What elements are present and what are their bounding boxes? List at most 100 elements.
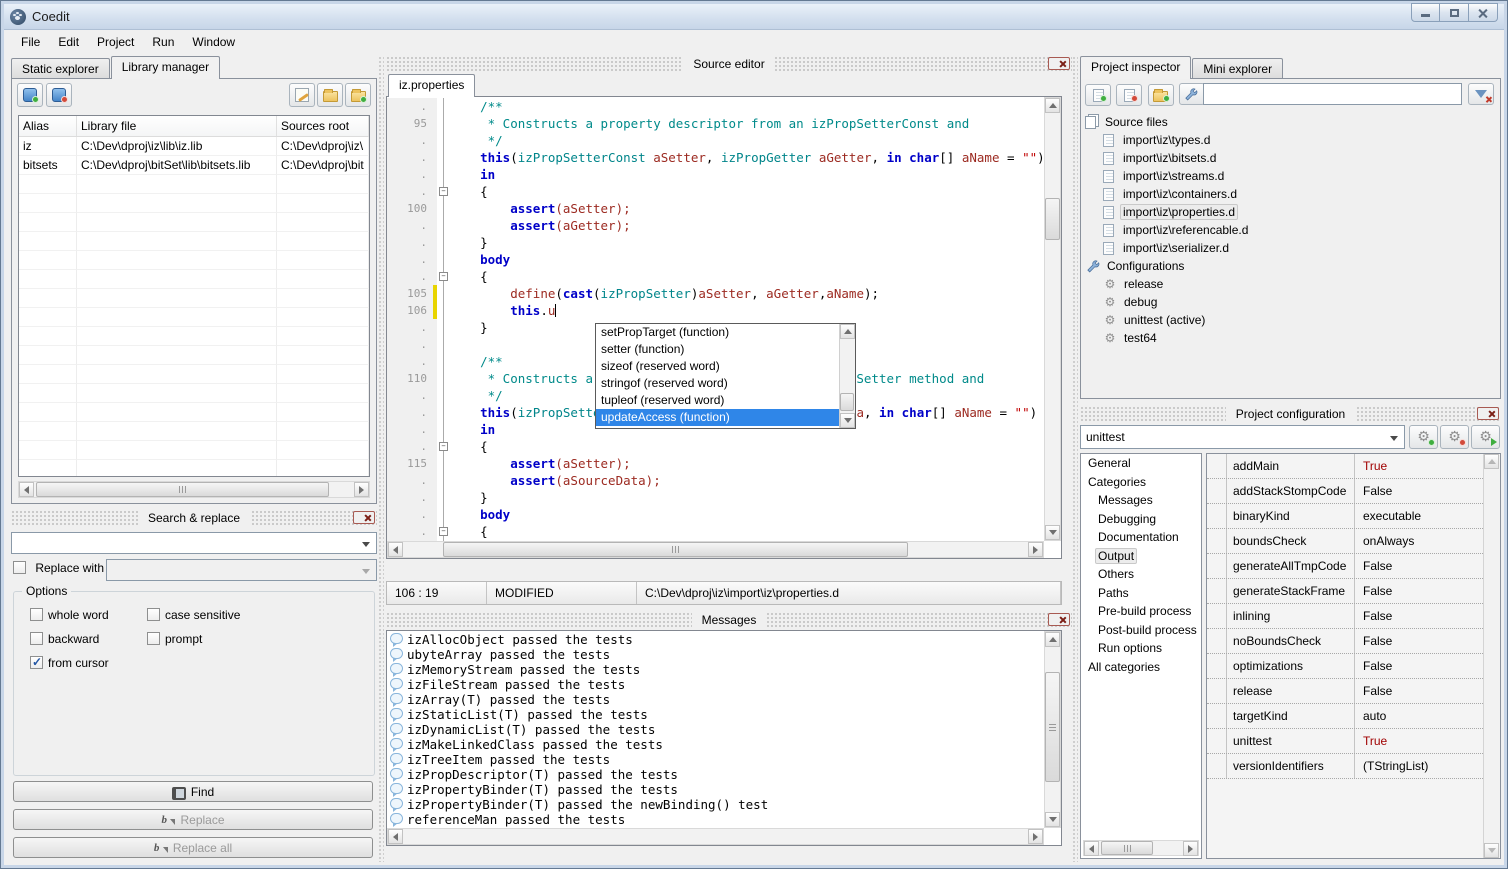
property-row[interactable]: targetKindauto bbox=[1207, 704, 1483, 729]
search-input[interactable] bbox=[11, 532, 377, 554]
property-row[interactable]: versionIdentifiers(TStringList) bbox=[1207, 754, 1483, 779]
grid-vscrollbar[interactable] bbox=[1483, 454, 1500, 858]
property-row[interactable]: releaseFalse bbox=[1207, 679, 1483, 704]
message-item[interactable]: referenceMan passed the tests bbox=[387, 812, 1044, 827]
code-line[interactable]: . this(izPropSetterConst aSetter, izProp… bbox=[387, 149, 1044, 166]
messages-vscrollbar[interactable] bbox=[1044, 631, 1061, 828]
code-line[interactable]: . } bbox=[387, 489, 1044, 506]
add-library-folder-button[interactable] bbox=[345, 83, 371, 107]
message-item[interactable]: izArray(T) passed the tests bbox=[387, 692, 1044, 707]
add-configuration-button[interactable]: ⚙ bbox=[1409, 425, 1438, 449]
property-value[interactable]: (TStringList) bbox=[1355, 759, 1483, 773]
add-library-button[interactable] bbox=[17, 83, 43, 107]
column-header-library-file[interactable]: Library file bbox=[77, 116, 277, 136]
source-editor-close-button[interactable] bbox=[1048, 57, 1070, 70]
fold-collapse-icon[interactable]: − bbox=[439, 527, 448, 536]
property-value[interactable]: onAlways bbox=[1355, 534, 1483, 548]
tree-item-source-file[interactable]: import\iz\serializer.d bbox=[1085, 239, 1496, 257]
category-debugging[interactable]: Debugging bbox=[1081, 510, 1201, 529]
clear-filter-button[interactable] bbox=[1468, 83, 1494, 105]
code-editor[interactable]: . /**95 * Constructs a property descript… bbox=[386, 96, 1062, 559]
search-replace-dock-header[interactable]: Search & replace bbox=[11, 510, 377, 526]
code-line[interactable]: . */ bbox=[387, 132, 1044, 149]
add-source-button[interactable] bbox=[1085, 84, 1111, 106]
fold-collapse-icon[interactable]: − bbox=[439, 272, 448, 281]
property-row[interactable]: unittestTrue bbox=[1207, 729, 1483, 754]
message-item[interactable]: izTreeItem passed the tests bbox=[387, 752, 1044, 767]
message-item[interactable]: izMemoryStream passed the tests bbox=[387, 662, 1044, 677]
property-value[interactable]: True bbox=[1355, 734, 1483, 748]
messages-hscrollbar[interactable] bbox=[387, 828, 1044, 845]
property-row[interactable]: generateAllTmpCodeFalse bbox=[1207, 554, 1483, 579]
tree-root-configurations[interactable]: Configurations bbox=[1085, 257, 1496, 275]
replace-button[interactable]: bReplace bbox=[13, 809, 373, 830]
tab-library-manager[interactable]: Library manager bbox=[111, 56, 220, 79]
property-row[interactable]: addMainTrue bbox=[1207, 454, 1483, 479]
tree-item-source-file[interactable]: import\iz\types.d bbox=[1085, 131, 1496, 149]
maximize-button[interactable] bbox=[1440, 3, 1469, 22]
tree-item-configuration[interactable]: ⚙debug bbox=[1085, 293, 1496, 311]
close-button[interactable] bbox=[1469, 3, 1498, 22]
tab-project-inspector[interactable]: Project inspector bbox=[1080, 56, 1191, 79]
completion-item[interactable]: stringof (reserved word) bbox=[596, 375, 839, 392]
property-row[interactable]: generateStackFrameFalse bbox=[1207, 579, 1483, 604]
category-run-options[interactable]: Run options bbox=[1081, 639, 1201, 658]
remove-library-button[interactable] bbox=[46, 83, 72, 107]
message-item[interactable]: izDynamicList(T) passed the tests bbox=[387, 722, 1044, 737]
open-library-file-button[interactable] bbox=[317, 83, 343, 107]
message-item[interactable]: izPropertyBinder(T) passed the tests bbox=[387, 782, 1044, 797]
source-editor-dock-header[interactable]: Source editor bbox=[386, 56, 1072, 72]
code-line[interactable]: . assert(aGetter); bbox=[387, 217, 1044, 234]
column-header-sources-root[interactable]: Sources root bbox=[277, 116, 369, 136]
code-line[interactable]: .− { bbox=[387, 523, 1044, 540]
property-value[interactable]: False bbox=[1355, 684, 1483, 698]
code-line[interactable]: .− { bbox=[387, 268, 1044, 285]
category-general[interactable]: General bbox=[1081, 454, 1201, 473]
category-pre-build-process[interactable]: Pre-build process bbox=[1081, 602, 1201, 621]
code-line[interactable]: . body bbox=[387, 251, 1044, 268]
property-value[interactable]: False bbox=[1355, 609, 1483, 623]
message-item[interactable]: izStaticList(T) passed the tests bbox=[387, 707, 1044, 722]
library-list-hscrollbar[interactable] bbox=[18, 481, 370, 498]
category-paths[interactable]: Paths bbox=[1081, 584, 1201, 603]
replace-all-button[interactable]: bReplace all bbox=[13, 837, 373, 858]
project-settings-button[interactable] bbox=[1179, 83, 1205, 105]
menu-window[interactable]: Window bbox=[183, 32, 244, 52]
minimize-button[interactable] bbox=[1411, 3, 1440, 22]
checkbox-from-cursor[interactable] bbox=[30, 656, 43, 669]
property-row[interactable]: binaryKindexecutable bbox=[1207, 504, 1483, 529]
menu-edit[interactable]: Edit bbox=[49, 32, 88, 52]
menu-project[interactable]: Project bbox=[88, 32, 143, 52]
property-value[interactable]: False bbox=[1355, 584, 1483, 598]
category-others[interactable]: Others bbox=[1081, 565, 1201, 584]
tree-item-source-file[interactable]: import\iz\bitsets.d bbox=[1085, 149, 1496, 167]
fold-collapse-icon[interactable]: − bbox=[439, 187, 448, 196]
inspector-filter-input[interactable] bbox=[1203, 83, 1462, 105]
property-value[interactable]: False bbox=[1355, 634, 1483, 648]
configuration-select[interactable]: unittest bbox=[1080, 425, 1405, 449]
project-config-dock-header[interactable]: Project configuration bbox=[1080, 406, 1501, 422]
edit-library-button[interactable] bbox=[289, 83, 315, 107]
property-row[interactable]: optimizationsFalse bbox=[1207, 654, 1483, 679]
replace-with-checkbox[interactable] bbox=[13, 561, 26, 574]
property-value[interactable]: False bbox=[1355, 659, 1483, 673]
completion-item[interactable]: sizeof (reserved word) bbox=[596, 358, 839, 375]
editor-hscrollbar[interactable] bbox=[387, 541, 1044, 558]
property-value[interactable]: False bbox=[1355, 559, 1483, 573]
tree-item-configuration[interactable]: ⚙unittest (active) bbox=[1085, 311, 1496, 329]
category-post-build-process[interactable]: Post-build process bbox=[1081, 621, 1201, 640]
category-output[interactable]: Output bbox=[1081, 547, 1201, 566]
property-row[interactable]: addStackStompCodeFalse bbox=[1207, 479, 1483, 504]
column-header-alias[interactable]: Alias bbox=[19, 116, 77, 136]
checkbox-backward[interactable] bbox=[30, 632, 43, 645]
menu-run[interactable]: Run bbox=[143, 32, 183, 52]
code-line[interactable]: 100 assert(aSetter); bbox=[387, 200, 1044, 217]
tree-item-source-file[interactable]: import\iz\containers.d bbox=[1085, 185, 1496, 203]
menu-file[interactable]: File bbox=[12, 32, 49, 52]
code-line[interactable]: 106 this.u bbox=[387, 302, 1044, 319]
category-messages[interactable]: Messages bbox=[1081, 491, 1201, 510]
fold-collapse-icon[interactable]: − bbox=[439, 442, 448, 451]
property-row[interactable]: inliningFalse bbox=[1207, 604, 1483, 629]
title-bar[interactable]: Coedit bbox=[4, 4, 1504, 30]
code-line[interactable]: 105 define(cast(izPropSetter)aSetter, aG… bbox=[387, 285, 1044, 302]
